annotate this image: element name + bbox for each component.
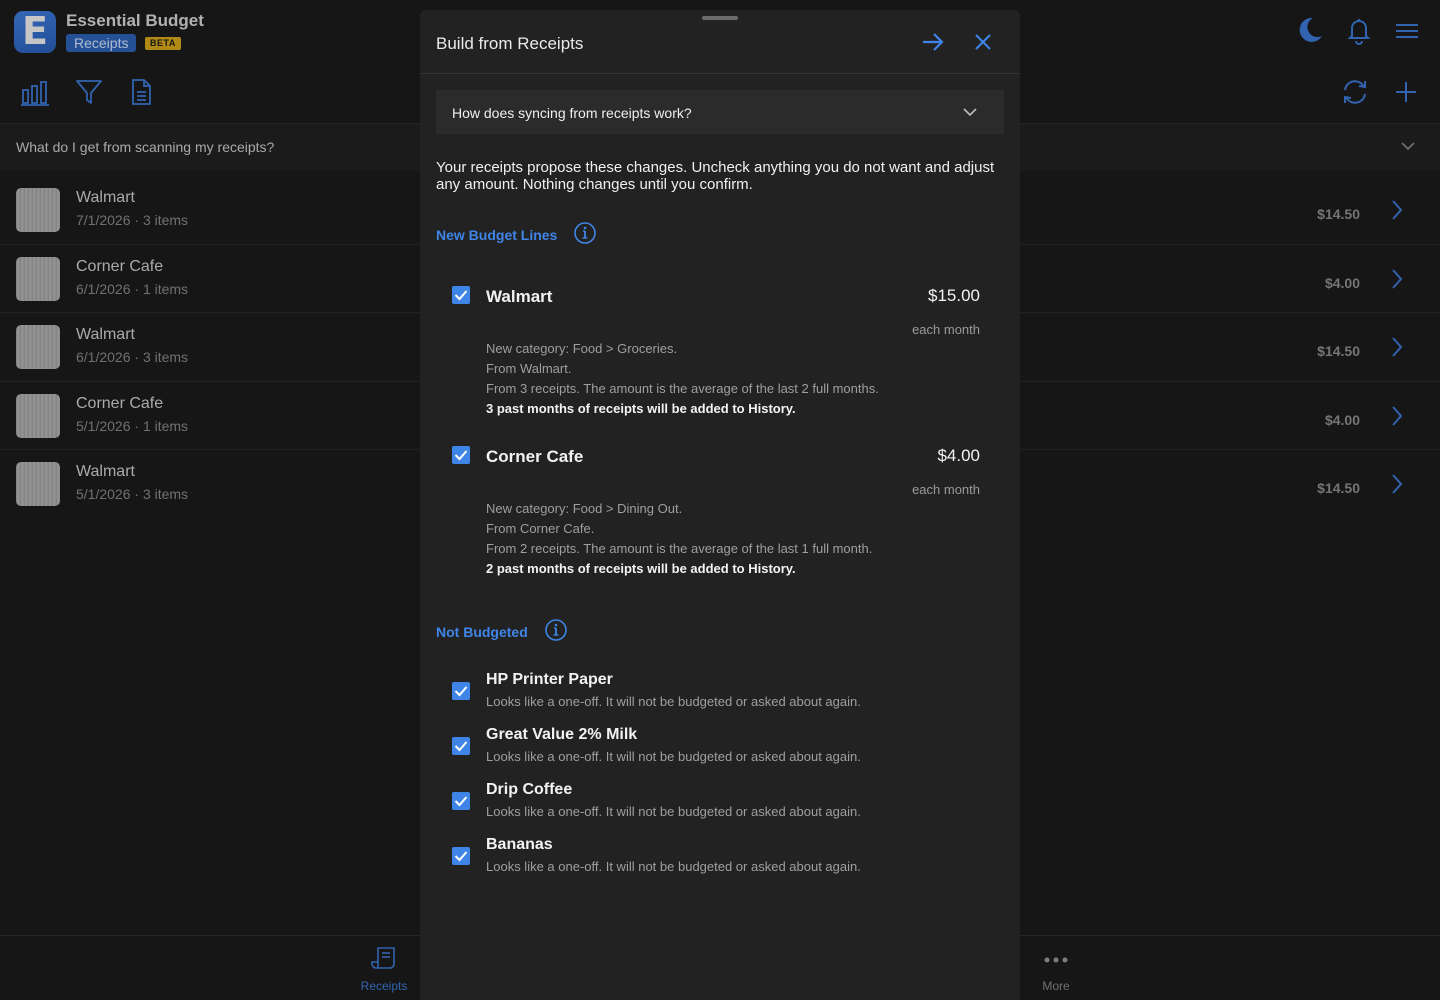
not-budgeted-note: Looks like a one-off. It will not be bud… xyxy=(486,804,861,819)
detail-category: New category: Food > Groceries. xyxy=(486,341,678,356)
detail-category: New category: Food > Dining Out. xyxy=(486,501,683,516)
intro-text: Your receipts propose these changes. Unc… xyxy=(436,159,995,193)
not-budgeted-name: HP Printer Paper xyxy=(486,671,613,688)
build-from-receipts-modal: Build from Receipts How does syncing fro… xyxy=(420,10,1020,1000)
budget-line-checkbox[interactable] xyxy=(452,286,470,304)
budget-line-details: New category: Food > Dining Out. From Co… xyxy=(486,499,872,579)
budget-line-name: Corner Cafe xyxy=(486,447,584,466)
checkmark-icon xyxy=(454,741,468,752)
info-icon[interactable] xyxy=(573,221,597,248)
new-budget-lines-heading: New Budget Lines xyxy=(436,221,597,248)
budget-line-name: Walmart xyxy=(486,287,553,306)
modal-header: Build from Receipts xyxy=(420,10,1020,74)
close-icon[interactable] xyxy=(973,32,993,57)
not-budgeted-checkbox[interactable] xyxy=(452,847,470,865)
budget-line-amount[interactable]: $15.00 xyxy=(928,286,980,306)
detail-history: 2 past months of receipts will be added … xyxy=(486,561,796,576)
not-budgeted-name: Bananas xyxy=(486,836,553,853)
detail-source: From Walmart. xyxy=(486,361,572,376)
budget-line-amount[interactable]: $4.00 xyxy=(937,446,980,466)
section-title: Not Budgeted xyxy=(436,623,528,640)
not-budgeted-note: Looks like a one-off. It will not be bud… xyxy=(486,694,861,709)
checkmark-icon xyxy=(454,290,468,301)
detail-basis: From 3 receipts. The amount is the avera… xyxy=(486,381,879,396)
arrow-right-icon[interactable] xyxy=(920,30,946,59)
modal-title: Build from Receipts xyxy=(436,34,584,53)
budget-line-frequency: each month xyxy=(912,322,980,337)
not-budgeted-name: Drip Coffee xyxy=(486,781,573,798)
checkmark-icon xyxy=(454,686,468,697)
budget-line-frequency: each month xyxy=(912,482,980,497)
not-budgeted-note: Looks like a one-off. It will not be bud… xyxy=(486,859,861,874)
chevron-down-icon xyxy=(962,104,978,125)
not-budgeted-name: Great Value 2% Milk xyxy=(486,726,638,743)
checkmark-icon xyxy=(454,450,468,461)
not-budgeted-checkbox[interactable] xyxy=(452,682,470,700)
detail-history: 3 past months of receipts will be added … xyxy=(486,401,796,416)
not-budgeted-checkbox[interactable] xyxy=(452,792,470,810)
detail-basis: From 2 receipts. The amount is the avera… xyxy=(486,541,873,556)
not-budgeted-note: Looks like a one-off. It will not be bud… xyxy=(486,749,861,764)
not-budgeted-heading: Not Budgeted xyxy=(436,618,568,645)
howto-question: How does syncing from receipts work? xyxy=(452,105,692,121)
section-title: New Budget Lines xyxy=(436,226,558,243)
budget-line-checkbox[interactable] xyxy=(452,446,470,464)
budget-line-details: New category: Food > Groceries. From Wal… xyxy=(486,339,879,419)
checkmark-icon xyxy=(454,796,468,807)
info-icon[interactable] xyxy=(544,618,568,645)
detail-source: From Corner Cafe. xyxy=(486,521,595,536)
checkmark-icon xyxy=(454,851,468,862)
howto-accordion[interactable]: How does syncing from receipts work? xyxy=(436,90,1004,134)
not-budgeted-checkbox[interactable] xyxy=(452,737,470,755)
